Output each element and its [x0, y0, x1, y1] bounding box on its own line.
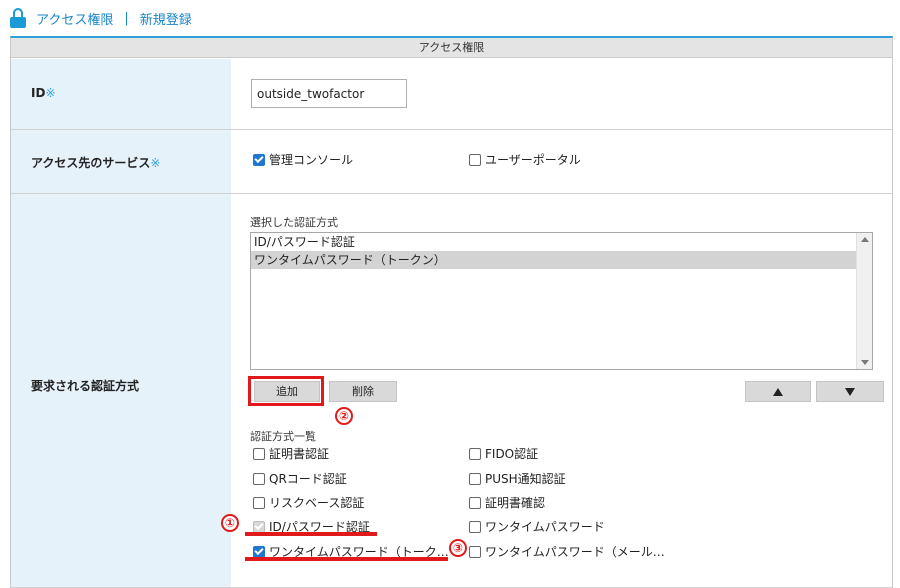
- checkbox-unchecked-icon: [253, 472, 265, 485]
- breadcrumb: アクセス権限 | 新規登録: [10, 8, 192, 28]
- listbox-scrollbar[interactable]: [856, 233, 872, 369]
- service-user-portal-checkbox[interactable]: ユーザーポータル: [469, 151, 581, 168]
- add-button-highlight: [248, 376, 324, 406]
- checkbox-label: ワンタイムパスワード（メール…: [485, 545, 665, 559]
- checkbox-label: 管理コンソール: [269, 153, 354, 167]
- checkbox-label: QRコード認証: [269, 472, 347, 486]
- lock-icon: [10, 8, 26, 28]
- checkbox-unchecked-icon: [469, 153, 481, 166]
- checkbox-checked-icon: [253, 153, 265, 166]
- listbox-option-selected[interactable]: ワンタイムパスワード（トークン）: [251, 251, 856, 269]
- method-qr-checkbox[interactable]: QRコード認証: [253, 470, 347, 487]
- auth-value-cell: 選択した認証方式 ID/パスワード認証 ワンタイムパスワード（トークン） 追加 …: [221, 194, 892, 587]
- checkbox-label: 証明書認証: [269, 447, 330, 461]
- delete-button[interactable]: 削除: [329, 381, 397, 402]
- highlight-underline-otp-token: [245, 557, 448, 561]
- method-certificate-checkbox[interactable]: 証明書認証: [253, 445, 329, 462]
- annotation-two: ②: [335, 407, 353, 425]
- service-row: アクセス先のサービス※ 管理コンソール ユーザーポータル: [11, 130, 892, 194]
- breadcrumb-access-permission[interactable]: アクセス権限: [36, 9, 113, 28]
- scroll-up-icon[interactable]: [861, 237, 869, 242]
- listbox-option[interactable]: ID/パスワード認証: [251, 233, 856, 251]
- auth-label-cell: 要求される認証方式: [11, 194, 231, 587]
- checkbox-disabled-icon: [253, 520, 265, 533]
- checkbox-unchecked-icon: [469, 472, 481, 485]
- breadcrumb-new-registration[interactable]: 新規登録: [140, 9, 192, 28]
- breadcrumb-separator: |: [124, 10, 129, 26]
- checkbox-checked-icon: [253, 545, 265, 558]
- annotation-one: ①: [221, 514, 239, 532]
- service-label-cell: アクセス先のサービス※: [11, 130, 231, 193]
- checkbox-label: 証明書確認: [485, 496, 546, 510]
- checkbox-unchecked-icon: [253, 496, 265, 509]
- checkbox-unchecked-icon: [469, 447, 481, 460]
- checkbox-label: ワンタイムパスワード: [485, 520, 605, 534]
- checkbox-label: FIDO認証: [485, 447, 539, 461]
- id-value-cell: [231, 59, 892, 129]
- checkbox-unchecked-icon: [469, 496, 481, 509]
- method-otp-mail-checkbox[interactable]: ワンタイムパスワード（メール…: [469, 543, 665, 560]
- triangle-up-icon: [773, 388, 783, 396]
- move-up-button[interactable]: [745, 381, 811, 402]
- required-mark: ※: [150, 156, 161, 170]
- method-fido-checkbox[interactable]: FIDO認証: [469, 445, 538, 462]
- required-mark: ※: [45, 86, 56, 100]
- triangle-down-icon: [845, 388, 855, 396]
- id-label: ID※: [31, 86, 56, 100]
- selected-methods-label: 選択した認証方式: [250, 216, 338, 229]
- id-row: ID※: [11, 59, 892, 130]
- selected-methods-listbox[interactable]: ID/パスワード認証 ワンタイムパスワード（トークン）: [250, 232, 873, 370]
- move-down-button[interactable]: [816, 381, 884, 402]
- method-list-label: 認証方式一覧: [250, 430, 316, 443]
- id-input[interactable]: [251, 79, 407, 108]
- highlight-underline-id-password: [245, 532, 377, 536]
- method-risk-based-checkbox[interactable]: リスクベース認証: [253, 494, 364, 511]
- service-label: アクセス先のサービス※: [31, 156, 161, 170]
- id-label-cell: ID※: [11, 59, 231, 129]
- access-permission-panel: アクセス権限 ID※ アクセス先のサービス※ 管理コンソール ユーザーポータル …: [10, 36, 893, 588]
- method-push-checkbox[interactable]: PUSH通知認証: [469, 470, 566, 487]
- scroll-down-icon[interactable]: [861, 360, 869, 365]
- service-admin-console-checkbox[interactable]: 管理コンソール: [253, 151, 353, 168]
- annotation-three: ③: [449, 539, 467, 557]
- checkbox-label: ユーザーポータル: [485, 153, 581, 167]
- checkbox-unchecked-icon: [469, 520, 481, 533]
- checkbox-label: PUSH通知認証: [485, 472, 566, 486]
- panel-title: アクセス権限: [11, 38, 892, 58]
- auth-row: 要求される認証方式 選択した認証方式 ID/パスワード認証 ワンタイムパスワード…: [11, 194, 892, 588]
- method-certificate-check-checkbox[interactable]: 証明書確認: [469, 494, 545, 511]
- service-value-cell: 管理コンソール ユーザーポータル: [231, 130, 892, 193]
- method-otp-checkbox[interactable]: ワンタイムパスワード: [469, 518, 605, 535]
- checkbox-unchecked-icon: [469, 545, 481, 558]
- checkbox-unchecked-icon: [253, 447, 265, 460]
- checkbox-label: リスクベース認証: [269, 496, 365, 510]
- auth-label: 要求される認証方式: [31, 379, 140, 393]
